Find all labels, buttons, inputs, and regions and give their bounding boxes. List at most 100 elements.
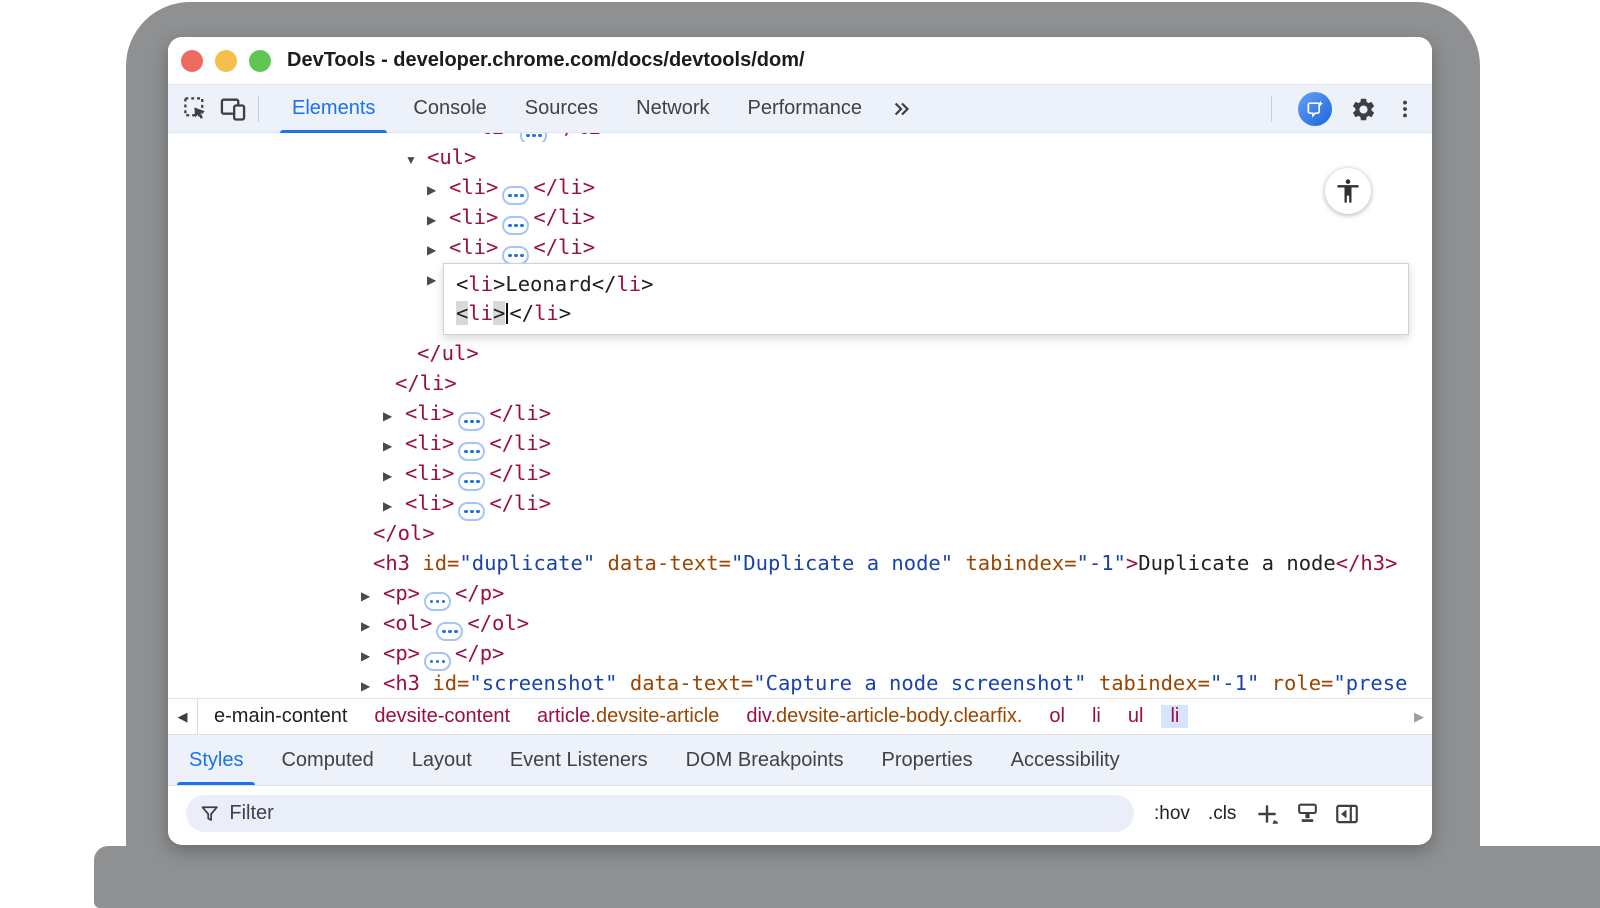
code-token-tag: <li>: [405, 461, 454, 485]
filter-pill[interactable]: [186, 795, 1134, 832]
breadcrumb-bar: ◀ e-main-content devsite-content article.d…: [168, 698, 1432, 734]
code-token-tag: <ul>: [427, 145, 476, 169]
breadcrumb-scroll-left[interactable]: ◀: [168, 699, 198, 735]
code-token-attr: id=: [420, 671, 469, 695]
breadcrumb-item-e-main-content[interactable]: e-main-content: [214, 705, 347, 728]
breadcrumb-item-li[interactable]: li: [1092, 705, 1101, 728]
code-token-attr: data-text=: [595, 551, 731, 575]
expand-arrow[interactable]: ▶: [361, 581, 383, 611]
tab-styles[interactable]: Styles: [170, 735, 262, 785]
breadcrumb-item-li[interactable]: li: [1161, 705, 1188, 728]
expand-arrow[interactable]: ▶: [383, 491, 405, 521]
dom-tree-row[interactable]: ▶<li> </li>: [168, 232, 1432, 262]
code-token-tag: <li>: [449, 235, 498, 259]
tab-properties[interactable]: Properties: [863, 735, 992, 785]
tab-console[interactable]: Console: [394, 85, 505, 133]
dom-tree-row-clipped[interactable]: <li></li>: [168, 133, 1432, 142]
dom-tree-row[interactable]: <h3 id="duplicate" data-text="Duplicate …: [168, 548, 1432, 578]
close-button[interactable]: [181, 50, 203, 72]
expand-arrow[interactable]: ▶: [383, 461, 405, 491]
ai-assistant-button[interactable]: [1298, 92, 1332, 126]
menu-button[interactable]: [1390, 94, 1420, 124]
dom-tree-row[interactable]: </li>: [168, 368, 1432, 398]
code-token-attr: tabindex=: [953, 551, 1076, 575]
breadcrumb-scroll-right[interactable]: ▶: [1406, 709, 1432, 725]
filter-input[interactable]: [229, 802, 1120, 825]
expand-arrow[interactable]: ▶: [383, 431, 405, 461]
dom-tree-row[interactable]: ▶<h3 id="screenshot" data-text="Capture …: [168, 668, 1432, 698]
code-token-attr: tabindex=: [1087, 671, 1210, 695]
code-token-bk: <: [456, 272, 468, 296]
code-token-tag: <ol>: [383, 611, 432, 635]
dom-tree-row[interactable]: </ol>: [168, 518, 1432, 548]
dom-tree-row[interactable]: ▶<li></li>: [168, 202, 1432, 232]
tab-dom-breakpoints[interactable]: DOM Breakpoints: [667, 735, 863, 785]
edit-as-html-overlay[interactable]: <li>Leonard</li><li></li>: [443, 263, 1409, 335]
code-token-chip: >: [493, 301, 505, 325]
code-token-tag: </li>: [533, 235, 595, 259]
expand-arrow[interactable]: ▶: [361, 671, 383, 698]
inspect-icon[interactable]: [180, 94, 210, 124]
funnel-icon: [200, 804, 219, 824]
expand-arrow[interactable]: ▶: [361, 641, 383, 671]
minimize-button[interactable]: [215, 50, 237, 72]
more-tabs-button[interactable]: [881, 86, 923, 132]
stage: DevTools - developer.chrome.com/docs/dev…: [0, 0, 1600, 908]
tab-sources[interactable]: Sources: [506, 85, 617, 133]
tab-performance[interactable]: Performance: [729, 85, 882, 133]
dom-tree-row[interactable]: ▼<ul>: [168, 142, 1432, 172]
code-token-attr: data-text=: [618, 671, 754, 695]
breadcrumb-item-devsite-content[interactable]: devsite-content: [374, 705, 510, 728]
expand-arrow[interactable]: ▶: [383, 401, 405, 431]
breadcrumb-item-ul[interactable]: ul: [1128, 705, 1144, 728]
expand-arrow[interactable]: ▶: [427, 175, 449, 205]
dom-tree-row[interactable]: ▶<li></li>: [168, 488, 1432, 518]
expand-arrow[interactable]: ▶: [427, 205, 449, 235]
expand-arrow[interactable]: ▶: [427, 235, 449, 265]
breadcrumb-item-div-devsite-article-body-clearfix-[interactable]: div.devsite-article-body.clearfix.: [746, 705, 1022, 728]
gear-icon: [1350, 96, 1377, 123]
expand-arrow[interactable]: ▶: [361, 611, 383, 641]
new-style-rule-button[interactable]: [1252, 799, 1282, 829]
tab-computed[interactable]: Computed: [262, 735, 392, 785]
accessibility-button[interactable]: [1325, 168, 1371, 214]
styles-panel-tabs: StylesComputedLayoutEvent ListenersDOM B…: [168, 734, 1432, 786]
dom-tree-row[interactable]: </ul>: [168, 338, 1432, 368]
dom-tree-row[interactable]: ▶<li></li>: [168, 428, 1432, 458]
dom-tree: <li></li>▼<ul>▶<li></li>▶<li></li>▶<li><…: [168, 133, 1432, 698]
dom-tree-row[interactable]: ▶<p></p>: [168, 638, 1432, 668]
code-token-val: "-1": [1077, 551, 1126, 575]
code-token-tag: <li>: [467, 133, 516, 139]
settings-button[interactable]: [1348, 94, 1378, 124]
expand-inline-button[interactable]: [520, 133, 547, 142]
tab-elements[interactable]: Elements: [273, 85, 394, 133]
cls-button[interactable]: .cls: [1208, 803, 1237, 825]
dom-tree-row[interactable]: ▶<li></li>: [168, 172, 1432, 202]
code-token-tag: </li>: [489, 461, 551, 485]
code-token-tag: </p>: [455, 581, 504, 605]
expand-inline-button[interactable]: [458, 502, 485, 521]
dom-tree-row[interactable]: ▶<p></p>: [168, 578, 1432, 608]
tab-layout[interactable]: Layout: [393, 735, 491, 785]
tab-event-listeners[interactable]: Event Listeners: [491, 735, 667, 785]
tab-accessibility[interactable]: Accessibility: [992, 735, 1139, 785]
toolbar-divider-right: [1271, 96, 1272, 122]
dom-tree-row[interactable]: ▶<li></li>: [168, 398, 1432, 428]
dom-tree-row[interactable]: ▶<li> </li>: [168, 458, 1432, 488]
code-token-txt: Duplicate a node: [1138, 551, 1335, 575]
breadcrumb-item-ol[interactable]: ol: [1049, 705, 1065, 728]
dom-row-editing[interactable]: ▶<li>Leonard</li><li></li>: [168, 262, 1432, 338]
toolbar-divider: [258, 96, 259, 122]
toggle-sidebar-button[interactable]: [1332, 799, 1362, 829]
code-token-tag: >: [1126, 551, 1138, 575]
code-token-tag: </ul>: [417, 341, 479, 365]
collapse-arrow[interactable]: ▼: [405, 145, 427, 175]
dom-tree-row[interactable]: ▶<ol></ol>: [168, 608, 1432, 638]
hov-button[interactable]: :hov: [1154, 803, 1190, 825]
accessibility-icon: [1334, 177, 1362, 205]
tab-network[interactable]: Network: [617, 85, 728, 133]
device-toolbar-icon[interactable]: [218, 94, 248, 124]
rendering-emulations-button[interactable]: [1292, 799, 1322, 829]
breadcrumb-item-article-devsite-article[interactable]: article.devsite-article: [537, 705, 719, 728]
zoom-button[interactable]: [249, 50, 271, 72]
